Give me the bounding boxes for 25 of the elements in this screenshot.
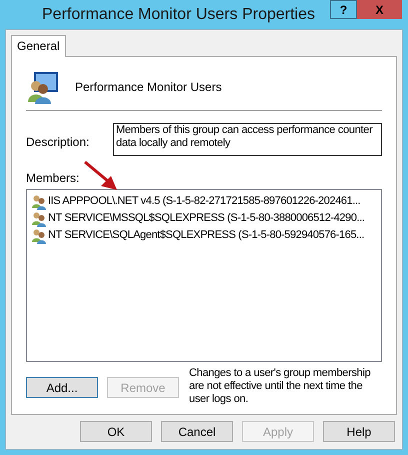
users-icon xyxy=(31,228,47,244)
arrow-annotation xyxy=(83,160,119,192)
member-item[interactable]: NT SERVICE\MSSQL$SQLEXPRESS (S-1-5-80-3880006512-4290... xyxy=(31,210,377,227)
member-item[interactable]: NT SERVICE\SQLAgent$SQLEXPRESS (S-1-5-80-592940576-165... xyxy=(31,227,377,244)
member-name: IIS APPPOOL\.NET v4.5 (S-1-5-82-271721585-897601226-202461... xyxy=(48,194,360,210)
close-button[interactable]: X xyxy=(357,0,402,19)
tab[interactable]: General xyxy=(11,35,66,57)
dialog-button[interactable]: OK xyxy=(80,421,152,442)
membership-note: Changes to a user's group membership are not effective until the next time the user logs on. xyxy=(189,367,372,406)
description-label: Description: xyxy=(26,134,90,151)
users-icon xyxy=(31,210,47,226)
description-field[interactable]: Members of this group can access performance counter data locally and remotely xyxy=(113,123,382,156)
help-button[interactable]: ? xyxy=(330,0,357,19)
users-icon xyxy=(31,194,47,210)
member-name: NT SERVICE\MSSQL$SQLEXPRESS (S-1-5-80-3880006512-4290... xyxy=(48,211,365,226)
members-label: Members: xyxy=(26,170,80,187)
member-item[interactable]: IIS APPPOOL\.NET v4.5 (S-1-5-82-271721585-897601226-202461... xyxy=(31,193,377,210)
group-computer-icon xyxy=(26,70,60,104)
members-list[interactable]: IIS APPPOOL\.NET v4.5 (S-1-5-82-271721585-897601226-202461... NT SERVICE\MSSQL$SQLEXPRESS (S-1-5-80-3880006512-4290... NT SERVICE\SQLAgent$SQLEXPRESS (S-1-5-80-592940576-165... xyxy=(26,189,382,362)
member-name: NT SERVICE\SQLAgent$SQLEXPRESS (S-1-5-80-592940576-165... xyxy=(48,228,364,244)
dialog-button[interactable]: Help xyxy=(323,421,395,442)
group-name: Performance Monitor Users xyxy=(75,79,222,96)
window-title: Performance Monitor Users Properties xyxy=(42,5,315,25)
dialog-button[interactable]: Cancel xyxy=(161,421,233,442)
dialog-button[interactable]: Add... xyxy=(26,377,98,398)
